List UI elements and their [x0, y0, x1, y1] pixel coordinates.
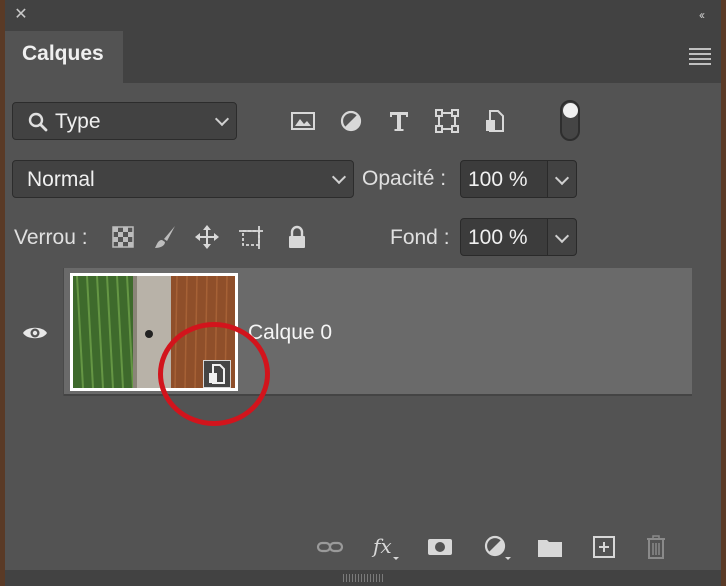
- trash-icon[interactable]: [641, 533, 671, 561]
- collapse-icon[interactable]: ‹‹: [691, 6, 711, 24]
- layer-visibility-toggle[interactable]: [5, 268, 64, 396]
- tab-layers[interactable]: Calques: [5, 31, 123, 83]
- layers-bottom-toolbar: fx: [5, 520, 721, 570]
- fx-icon[interactable]: fx: [369, 533, 399, 561]
- shape-filter-icon[interactable]: [433, 107, 461, 135]
- fill-input[interactable]: 100 %: [460, 218, 548, 256]
- fill-label: Fond :: [390, 226, 450, 249]
- layer-mask-icon[interactable]: [425, 533, 455, 561]
- chevron-down-icon: [214, 111, 230, 127]
- resize-grip-icon[interactable]: [343, 574, 383, 582]
- search-icon: [28, 112, 48, 132]
- group-folder-icon[interactable]: [535, 533, 565, 561]
- eye-icon: [23, 327, 47, 339]
- image-filter-icon[interactable]: [289, 107, 317, 135]
- panel-resize-strip[interactable]: [5, 570, 721, 586]
- new-layer-icon[interactable]: [589, 533, 619, 561]
- filter-toggle-switch[interactable]: [560, 100, 580, 141]
- svg-text:fx: fx: [371, 534, 392, 558]
- panel-menu-icon[interactable]: [689, 45, 711, 65]
- tab-strip: Calques: [5, 31, 721, 83]
- fill-dropdown-button[interactable]: [547, 218, 577, 256]
- lock-all-icon[interactable]: [283, 223, 311, 251]
- close-icon[interactable]: ✕: [12, 6, 30, 24]
- blend-mode-label: Normal: [27, 168, 95, 191]
- blend-mode-dropdown[interactable]: Normal: [12, 160, 354, 198]
- opacity-dropdown-button[interactable]: [547, 160, 577, 198]
- filter-kind-label: Type: [55, 110, 101, 133]
- chevron-down-icon: [554, 228, 570, 244]
- layers-panel: ✕ ‹‹ Calques Type Normal Opacité: 100 %…: [5, 0, 721, 586]
- link-layers-icon[interactable]: [315, 533, 345, 561]
- lock-label: Verrou :: [14, 226, 88, 249]
- lock-artboard-icon[interactable]: [237, 223, 265, 251]
- adjustment-filter-icon[interactable]: [337, 107, 365, 135]
- layer-name[interactable]: Calque 0: [248, 321, 332, 345]
- opacity-input[interactable]: 100 %: [460, 160, 548, 198]
- toggle-knob: [563, 103, 578, 118]
- type-filter-icon[interactable]: [385, 107, 413, 135]
- lock-image-pixels-icon[interactable]: [151, 223, 179, 251]
- chevron-down-icon: [331, 169, 347, 185]
- adjustment-layer-icon[interactable]: [481, 533, 511, 561]
- opacity-label: Opacité :: [362, 167, 447, 190]
- smart-object-filter-icon[interactable]: [481, 107, 509, 135]
- filter-kind-dropdown[interactable]: Type: [12, 102, 237, 140]
- lock-transparent-pixels-icon[interactable]: [109, 223, 137, 251]
- chevron-down-icon: [554, 170, 570, 186]
- panel-titlebar: ✕ ‹‹: [5, 0, 721, 31]
- lock-position-icon[interactable]: [193, 223, 221, 251]
- annotation-circle: [158, 322, 270, 426]
